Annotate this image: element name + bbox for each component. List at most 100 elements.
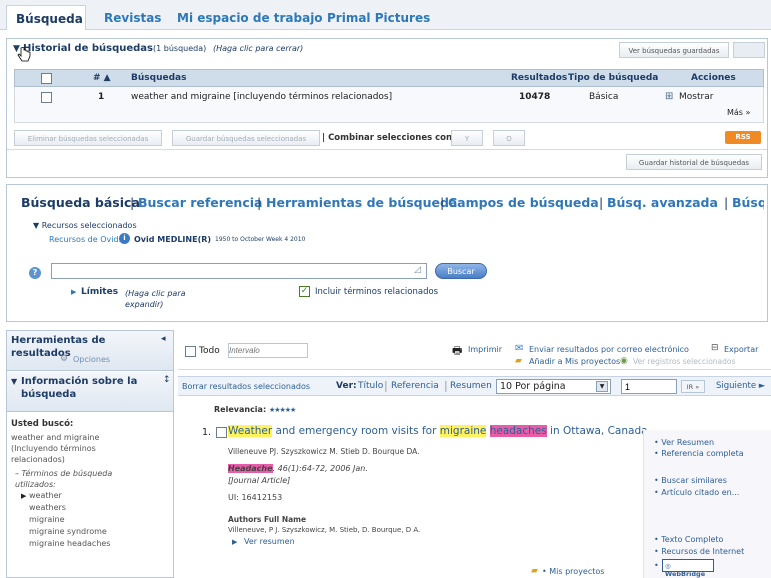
folder-icon[interactable]: ▰: [515, 356, 522, 366]
go-button[interactable]: IR »: [681, 380, 705, 393]
tab-sep: |: [724, 195, 729, 210]
rss-button[interactable]: RSS: [725, 131, 761, 144]
export-icon[interactable]: ⊟: [711, 343, 719, 353]
main-nav: Búsqueda Revistas Mi espacio de trabajo …: [0, 0, 771, 30]
view-records-icon: ◉: [620, 356, 628, 366]
view-reference-link[interactable]: Referencia: [391, 381, 439, 391]
tab-busqueda[interactable]: Búsqueda: [6, 5, 86, 30]
export-link[interactable]: Exportar: [724, 345, 758, 354]
tab-revistas[interactable]: Revistas: [95, 5, 170, 30]
term-item[interactable]: migraine: [29, 515, 65, 524]
combine-and-button[interactable]: Y: [451, 130, 483, 146]
link-internet-resources[interactable]: • Recursos de Internet: [654, 547, 744, 556]
relevance-stars: ★★★★★: [268, 406, 296, 414]
reorder-icon[interactable]: ↕: [163, 375, 171, 385]
term-item[interactable]: migraine syndrome: [29, 527, 107, 536]
tab-mi-espacio[interactable]: Mi espacio de trabajo: [168, 5, 332, 30]
expand-summary-icon[interactable]: ▶: [232, 538, 237, 546]
history-close-hint[interactable]: (Haga clic para cerrar): [213, 44, 303, 53]
limits-label[interactable]: Límites: [81, 287, 118, 297]
tab-advanced-search[interactable]: Búsq. avanzada: [607, 195, 718, 210]
email-icon[interactable]: ✉: [515, 343, 523, 354]
search-input[interactable]: [51, 263, 427, 279]
history-title[interactable]: Historial de búsquedas: [23, 43, 153, 54]
row-results: 10478: [519, 92, 551, 102]
page-input[interactable]: [621, 379, 677, 394]
tab-primal-pictures[interactable]: Primal Pictures: [318, 5, 439, 30]
search-button[interactable]: Buscar: [435, 263, 487, 279]
more-actions-link[interactable]: Más »: [727, 108, 750, 117]
range-input[interactable]: [228, 343, 308, 358]
sep: |: [384, 379, 388, 392]
info-header[interactable]: ▼ Información sobre la búsqueda ↕: [7, 372, 173, 412]
row-checkbox[interactable]: [41, 92, 52, 103]
per-page-select[interactable]: 10 Por página ▼: [496, 379, 611, 394]
link-full-reference[interactable]: • Referencia completa: [654, 449, 744, 458]
add-projects-link[interactable]: Añadir a Mis proyectos: [529, 357, 620, 366]
info-icon[interactable]: i: [119, 233, 130, 244]
select-all-checkbox[interactable]: [41, 73, 52, 84]
chevron-down-icon[interactable]: ▼: [596, 381, 608, 392]
collapse-sidebar-icon[interactable]: ◂: [161, 334, 166, 344]
tab-find-citation[interactable]: Buscar referencia: [138, 195, 262, 210]
my-projects-link[interactable]: • Mis proyectos: [542, 567, 604, 576]
tab-sep: |: [440, 195, 445, 210]
tab-multifield-search[interactable]: Búsq. multicampo: [732, 195, 764, 210]
link-cited-in[interactable]: • Artículo citado en...: [654, 488, 739, 497]
history-header[interactable]: ▼ Historial de búsquedas (1 búsqueda) (H…: [7, 39, 767, 62]
help-icon[interactable]: ?: [29, 267, 41, 279]
link-full-text[interactable]: • Texto Completo: [654, 535, 723, 544]
all-label: Todo: [199, 346, 220, 356]
link-find-similar[interactable]: • Buscar similares: [654, 476, 727, 485]
related-terms-label: Incluir términos relacionados: [315, 287, 439, 297]
print-icon[interactable]: 🖶: [452, 342, 462, 361]
combine-label: | Combinar selecciones con:: [322, 133, 456, 143]
result-title[interactable]: Weather and emergency room visits for mi…: [228, 425, 651, 437]
email-link[interactable]: Enviar resultados por correo electrónico: [529, 345, 689, 354]
link-view-summary[interactable]: • Ver Resumen: [654, 438, 714, 447]
print-link[interactable]: Imprimir: [468, 345, 502, 354]
view-title-link[interactable]: Título: [358, 381, 383, 391]
tab-search-fields[interactable]: Campos de búsqueda: [448, 195, 599, 210]
folder-icon[interactable]: ▰: [531, 566, 538, 576]
tools-header: Herramientas de resultados ⚙ Opciones ◂: [7, 331, 173, 371]
results-sidebar: Herramientas de resultados ⚙ Opciones ◂ …: [6, 330, 174, 578]
clear-selected-link[interactable]: Borrar resultados seleccionados: [182, 382, 310, 391]
col-searches: Búsquedas: [131, 73, 187, 83]
show-results-link[interactable]: Mostrar: [679, 92, 713, 102]
delete-selected-button[interactable]: Eliminar búsquedas seleccionadas: [14, 130, 162, 146]
tab-basic-search[interactable]: Búsqueda básica: [21, 195, 140, 210]
term-item[interactable]: weather: [29, 491, 62, 500]
view-summary-link[interactable]: Resumen: [450, 381, 492, 391]
expand-limits-icon[interactable]: ▶: [71, 288, 76, 296]
term-item[interactable]: weathers: [29, 503, 66, 512]
options-link[interactable]: Opciones: [73, 355, 110, 364]
result-pub-type: [Journal Article]: [228, 476, 291, 485]
save-history-button[interactable]: Guardar historial de búsquedas: [626, 154, 762, 170]
save-selected-button[interactable]: Guardar búsquedas seleccionadas: [172, 130, 320, 146]
selected-resources-toggle[interactable]: ▼ Recursos seleccionados: [33, 221, 137, 230]
tab-search-tools[interactable]: Herramientas de búsqueda: [266, 195, 457, 210]
webbridge-button[interactable]: ◎ WebBridge: [662, 559, 714, 578]
saved-searches-button[interactable]: Ver búsquedas guardadas: [619, 42, 729, 58]
display-icon[interactable]: ⊞: [665, 91, 673, 102]
view-summary-link[interactable]: Ver resumen: [244, 537, 295, 546]
col-number[interactable]: # ▲: [93, 70, 111, 86]
related-terms-checkbox[interactable]: ✓: [299, 286, 310, 297]
search-history-panel: ▼ Historial de búsquedas (1 búsqueda) (H…: [6, 38, 768, 178]
term-item[interactable]: migraine headaches: [29, 539, 110, 548]
sep: |: [444, 379, 448, 392]
result-checkbox[interactable]: [216, 427, 227, 438]
info-title: Información sobre la búsqueda: [21, 376, 138, 400]
result-number: 1.: [202, 427, 212, 438]
hand-cursor-icon: [17, 47, 31, 62]
history-count: (1 búsqueda): [153, 44, 207, 53]
collapse-icon[interactable]: ▼: [11, 377, 17, 386]
col-search-type: Tipo de búsqueda: [568, 73, 659, 83]
combine-or-button[interactable]: O: [493, 130, 525, 146]
view-selected-link[interactable]: Ver registros seleccionados: [633, 357, 735, 366]
results-view-bar: Borrar resultados seleccionados Ver: Tít…: [178, 376, 771, 396]
select-all-results-checkbox[interactable]: [185, 346, 196, 357]
next-page-link[interactable]: Siguiente ►: [716, 381, 765, 391]
expand-terms-icon[interactable]: ▶: [21, 492, 26, 500]
